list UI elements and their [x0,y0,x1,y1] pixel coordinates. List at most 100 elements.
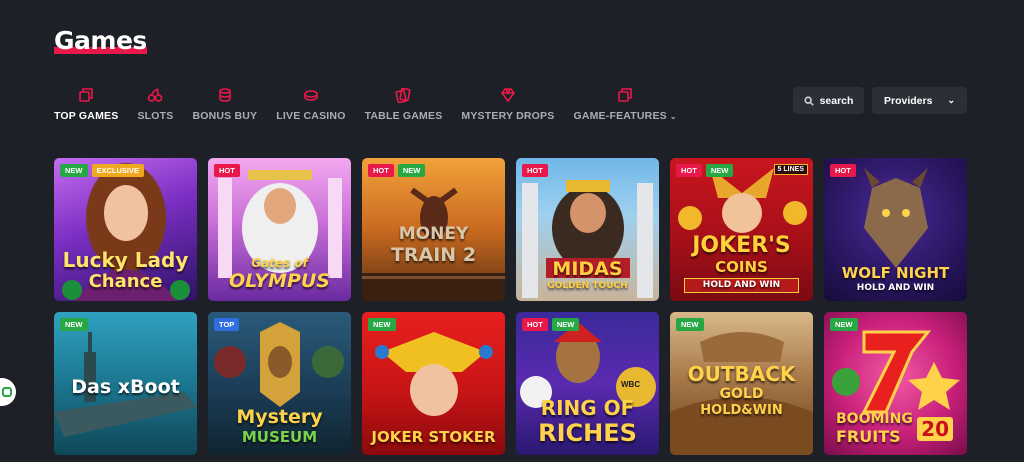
new-badge: NEW [830,318,858,331]
lines-count-badge: 20 [917,417,953,441]
game-title-line1: Das xBoot [71,376,180,398]
search-icon [803,95,814,106]
game-title-line2: GOLDEN TOUCH [547,281,628,291]
chevron-down-icon: ⌄ [947,95,955,105]
new-badge: NEW [705,164,734,177]
tab-label: TOP GAMES [54,110,119,122]
game-title-line1: OUTBACK [687,362,796,386]
tab-live-casino[interactable]: LIVE CASINO [276,86,345,122]
game-card-lucky-lady-chance[interactable]: NEW EXCLUSIVE Lucky Lady Chance [54,158,197,301]
tab-game-features[interactable]: GAME-FEATURES ⌄ [573,86,677,122]
coins-icon [216,86,234,104]
game-card-wolf-night[interactable]: HOT WOLF NIGHT HOLD AND WIN [824,158,967,301]
badge-group: TOP [214,318,240,331]
hot-badge: HOT [214,164,240,177]
game-title: OUTBACK GOLD HOLD&WIN [674,364,809,417]
game-title-line1: MONEY [398,224,469,244]
new-badge: NEW [676,318,704,331]
game-card-money-train-2[interactable]: HOT NEW MONEY TRAIN 2 [362,158,505,301]
game-title-line1: JOKER STOKER [371,428,496,446]
game-title: JOKER STOKER [366,430,501,445]
badge-group: NEW [676,318,704,331]
tab-table-games[interactable]: TABLE GAMES [365,86,443,122]
game-title: Gates of OLYMPUS [212,257,347,291]
tab-label: BONUS BUY [192,110,258,122]
game-card-das-xboot[interactable]: NEW Das xBoot [54,312,197,455]
tab-slots[interactable]: SLOTS [137,86,173,122]
diamond-icon [499,86,517,104]
game-title-line1: WOLF NIGHT [841,264,950,282]
tab-label: MYSTERY DROPS [461,110,555,122]
game-card-outback-gold[interactable]: NEW OUTBACK GOLD HOLD&WIN [670,312,813,455]
tab-label: SLOTS [137,110,174,122]
badge-group: HOT NEW [368,164,426,177]
game-title-tagline: HOLD AND WIN [684,278,799,293]
chat-widget-button[interactable] [0,378,16,406]
badge-group: NEW [830,318,858,331]
game-title-line2: COINS [715,258,768,276]
search-button[interactable]: search [793,87,864,114]
badge-group: HOT NEW [676,164,734,177]
new-badge: NEW [551,318,580,331]
tab-label: LIVE CASINO [276,110,346,122]
game-card-gates-of-olympus[interactable]: HOT Gates of OLYMPUS [208,158,351,301]
game-title-line2: Chance [88,271,163,292]
game-title-line2: GOLD [719,386,764,402]
new-badge: NEW [397,164,426,177]
new-badge: NEW [60,164,88,177]
providers-dropdown[interactable]: Providers ⌄ [872,87,967,114]
tab-label: TABLE GAMES [364,110,443,122]
game-title-line2: HOLD AND WIN [856,283,935,293]
game-title-line2: RICHES [538,419,637,447]
game-title-line1: BOOMING [836,411,913,427]
hot-badge: HOT [522,164,548,177]
hot-badge: HOT [368,164,394,177]
features-icon [616,86,634,104]
game-card-jokers-coins[interactable]: HOT NEW 5 LINES JOKER'S COINS HOLD AND WIN [670,158,813,301]
search-label: search [819,94,854,107]
tab-top-games[interactable]: TOP GAMES [54,86,118,122]
category-tabs: TOP GAMES SLOTS BONUS BUY LIVE CASINO TA… [54,86,696,122]
game-title: Das xBoot [58,378,193,397]
tab-mystery-drops[interactable]: MYSTERY DROPS [461,86,554,122]
new-badge: NEW [60,318,88,331]
exclusive-badge: EXCLUSIVE [91,164,145,177]
game-title: Lucky Lady Chance [58,250,193,291]
game-card-booming-fruits-20[interactable]: NEW BOOMING FRUITS 20 [824,312,967,455]
game-card-mystery-museum[interactable]: TOP Mystery MUSEUM [208,312,351,455]
game-title-line2: TRAIN 2 [390,244,477,266]
cards-icon [394,86,412,104]
chevron-down-icon: ⌄ [669,112,677,121]
wbc-label: WBC [621,380,641,389]
game-title-line1: Lucky Lady [62,248,189,272]
providers-label: Providers [884,94,933,107]
game-title-line2: OLYMPUS [228,270,330,292]
page-title-wrap: Games [54,26,147,55]
game-card-midas-golden-touch[interactable]: HOT MIDAS GOLDEN TOUCH [516,158,659,301]
badge-group: NEW EXCLUSIVE [60,164,145,177]
game-title: MIDAS GOLDEN TOUCH [520,260,655,291]
hot-badge: HOT [676,164,702,177]
games-grid: NEW EXCLUSIVE Lucky Lady Chance HOT Gates … [54,158,967,455]
chat-icon [2,387,12,397]
tab-label: GAME-FEATURES ⌄ [573,110,676,122]
game-title-line1: JOKER'S [692,233,791,258]
badge-group: NEW [368,318,396,331]
game-title: Mystery MUSEUM [212,408,347,445]
badge-group: HOT [830,164,856,177]
tab-label-text: GAME-FEATURES [573,110,667,122]
game-title-line2: MUSEUM [241,428,318,446]
game-title-line1: MIDAS [552,258,623,280]
hot-badge: HOT [522,318,548,331]
game-card-joker-stoker[interactable]: NEW JOKER STOKER [362,312,505,455]
game-card-ring-of-riches[interactable]: HOT NEW WBC RING OF RICHES [516,312,659,455]
badge-group: HOT [214,164,240,177]
game-title-line1: Gates of [251,256,308,270]
game-title: MONEY TRAIN 2 [366,226,501,265]
tab-bonus-buy[interactable]: BONUS BUY [192,86,257,122]
badge-group: NEW [60,318,88,331]
new-badge: NEW [368,318,396,331]
top-games-icon [77,86,95,104]
game-title-line1: RING OF [540,396,635,420]
live-casino-icon [302,86,320,104]
